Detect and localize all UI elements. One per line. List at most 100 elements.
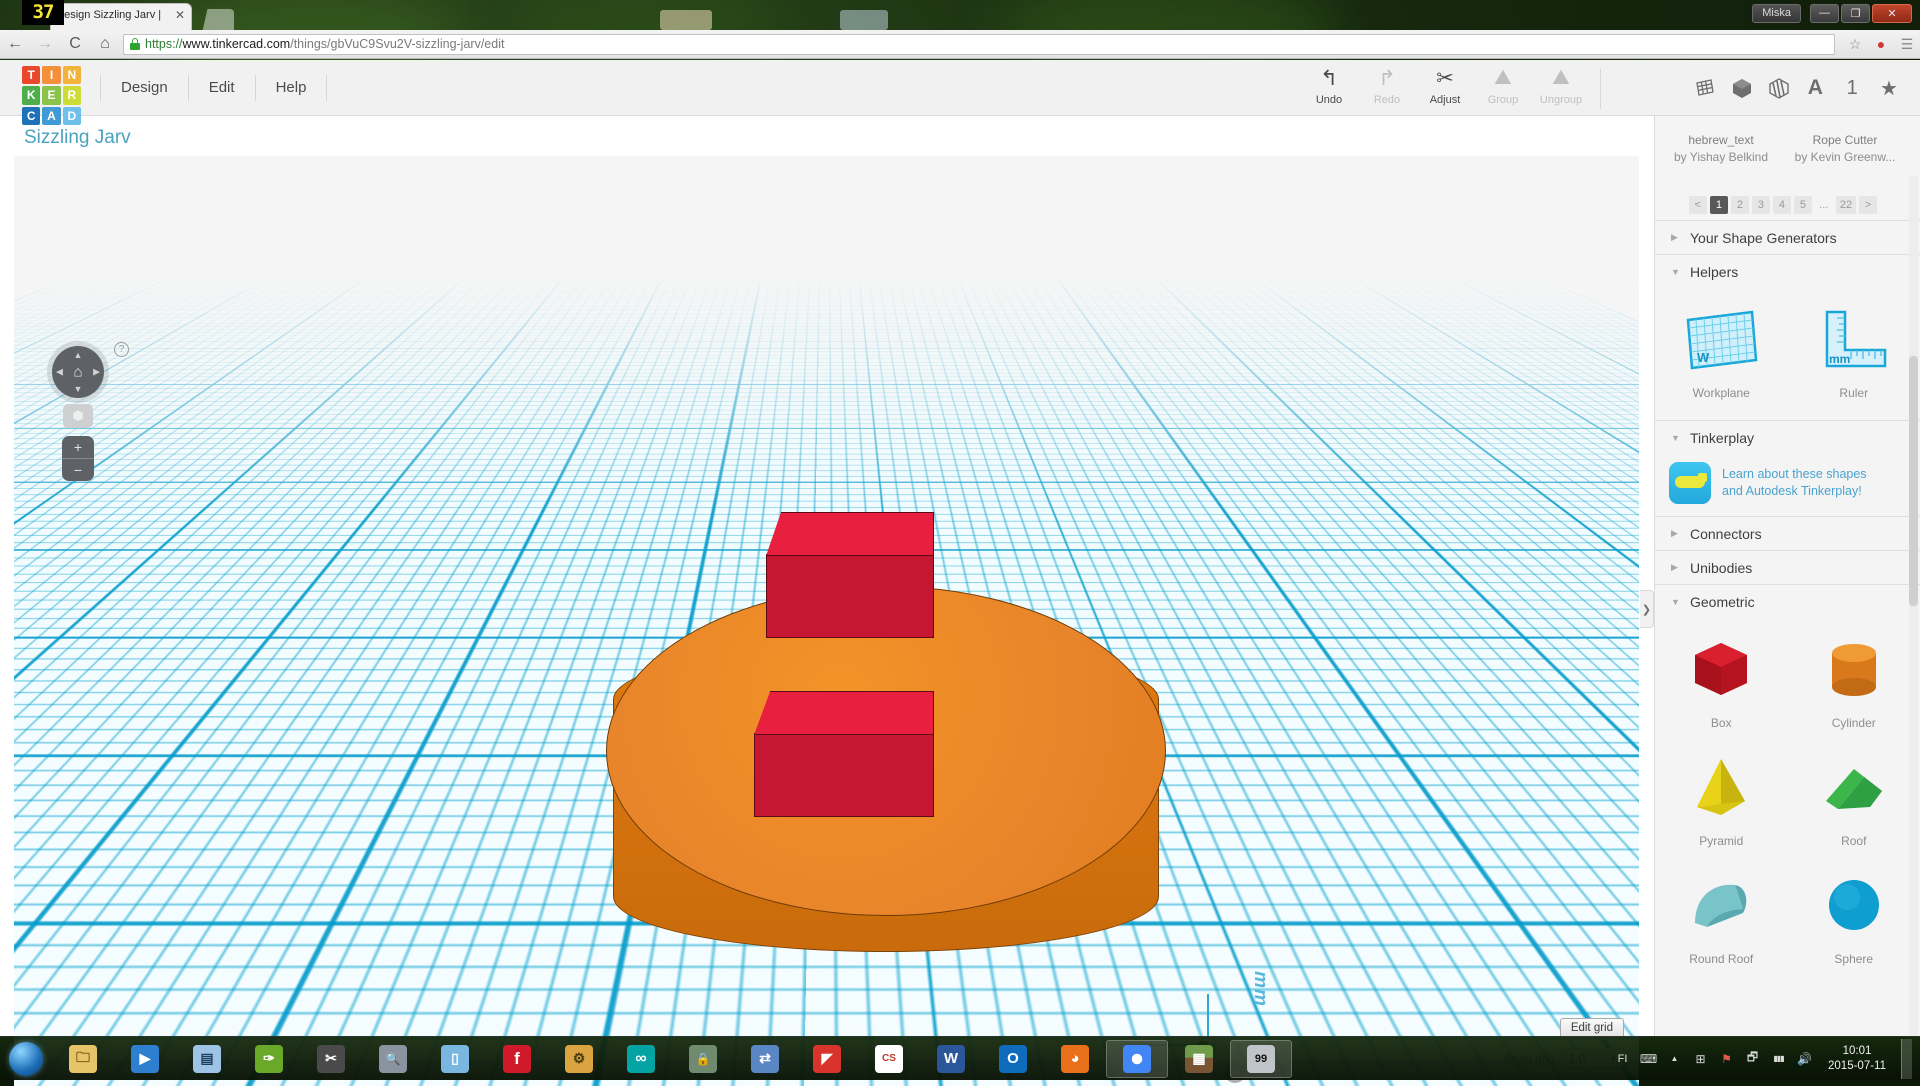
shape-pyramid[interactable]: Pyramid xyxy=(1655,740,1788,858)
page-title[interactable]: Sizzling Jarv xyxy=(24,127,131,149)
language-indicator[interactable]: FI xyxy=(1614,1050,1631,1067)
taskbar-item-sketchup[interactable]: ◤ xyxy=(796,1039,858,1079)
taskbar-item-monitor-99[interactable]: 99 xyxy=(1230,1040,1292,1078)
taskbar-item-network-transfer[interactable]: ⇄ xyxy=(734,1039,796,1079)
clock[interactable]: 10:01 2015-07-11 xyxy=(1822,1044,1892,1074)
minimize-button[interactable]: — xyxy=(1810,4,1839,23)
shape-round-roof[interactable]: Round Roof xyxy=(1655,858,1788,976)
shape-roof[interactable]: Roof xyxy=(1788,740,1920,858)
pattern-cube-icon[interactable] xyxy=(1764,72,1794,104)
taskbar-item-cadsoft-eagle[interactable]: CS xyxy=(858,1039,920,1079)
featured-item-0[interactable]: hebrew_text by Yishay Belkind xyxy=(1661,132,1781,166)
red-box-2[interactable] xyxy=(754,691,934,823)
bookmark-star-icon[interactable]: ☆ xyxy=(1842,31,1868,57)
show-desktop-button[interactable] xyxy=(1901,1039,1912,1079)
section-tinkerplay-header[interactable]: ▼ Tinkerplay xyxy=(1655,421,1920,454)
taskbar-item-file-search[interactable]: 🔍 xyxy=(362,1039,424,1079)
page-1[interactable]: 1 xyxy=(1710,196,1728,214)
3d-model-group[interactable] xyxy=(606,586,1166,1006)
page-4[interactable]: 4 xyxy=(1773,196,1791,214)
tab-close-icon[interactable]: ✕ xyxy=(175,9,185,21)
taskbar-item-minecraft[interactable]: ▦ xyxy=(1168,1039,1230,1079)
action-center-flag-icon[interactable]: ⚑ xyxy=(1718,1050,1735,1067)
taskbar-item-arduino[interactable]: ∞ xyxy=(610,1039,672,1079)
edit-grid-button[interactable]: Edit grid xyxy=(1560,1018,1624,1038)
windows-flag-icon[interactable]: ⊞ xyxy=(1692,1050,1709,1067)
taskbar-item-firefox[interactable]: ◕ xyxy=(1044,1039,1106,1079)
view-right-arrow-icon[interactable]: ▶ xyxy=(93,367,100,378)
page-next[interactable]: > xyxy=(1859,196,1877,214)
section-unibodies-header[interactable]: ▶ Unibodies xyxy=(1655,551,1920,584)
browser-tab-active[interactable]: design Sizzling Jarv | T ✕ xyxy=(50,3,192,30)
page-22[interactable]: 22 xyxy=(1836,196,1856,214)
3d-viewport[interactable]: mm ✕ ▲ ▼ ◀ ▶ ⌂ ⬢ + − ? Edit grid xyxy=(14,156,1639,1086)
text-tool-icon[interactable]: A xyxy=(1800,72,1830,104)
solid-cube-icon[interactable] xyxy=(1727,72,1757,104)
section-geometric-header[interactable]: ▼ Geometric xyxy=(1655,585,1920,618)
zoom-out-button[interactable]: − xyxy=(62,459,94,481)
close-window-button[interactable]: ✕ xyxy=(1872,4,1912,23)
number-tool-icon[interactable]: 1 xyxy=(1837,72,1867,104)
back-icon[interactable]: ← xyxy=(0,31,30,57)
taskbar-item-phone-app[interactable]: ▯ xyxy=(424,1039,486,1079)
section-helpers-header[interactable]: ▼ Helpers xyxy=(1655,255,1920,288)
keyboard-icon[interactable]: ⌨ xyxy=(1640,1050,1657,1067)
safely-remove-icon[interactable]: 🗗 xyxy=(1744,1050,1761,1067)
home-icon[interactable]: ⌂ xyxy=(90,31,120,57)
view-home-icon[interactable]: ⌂ xyxy=(73,364,82,381)
page-3[interactable]: 3 xyxy=(1752,196,1770,214)
taskbar-item-tools-app[interactable]: ✂ xyxy=(300,1039,362,1079)
redo-button[interactable]: ↱ Redo xyxy=(1358,65,1416,106)
section-connectors-header[interactable]: ▶ Connectors xyxy=(1655,517,1920,550)
view-left-arrow-icon[interactable]: ◀ xyxy=(56,367,63,378)
panel-collapse-handle[interactable]: ❯ xyxy=(1640,590,1654,628)
menu-edit[interactable]: Edit xyxy=(189,75,256,101)
red-box-1[interactable] xyxy=(766,512,934,642)
extension-icon[interactable]: ● xyxy=(1868,31,1894,57)
view-down-arrow-icon[interactable]: ▼ xyxy=(74,384,83,394)
favorites-star-icon[interactable]: ★ xyxy=(1874,72,1904,104)
undo-button[interactable]: ↰ Undo xyxy=(1300,65,1358,106)
tinkercad-logo[interactable]: T I N K E R C A D xyxy=(22,66,81,125)
tinkerplay-promo[interactable]: Learn about these shapes and Autodesk Ti… xyxy=(1655,454,1920,516)
maximize-button[interactable]: ❐ xyxy=(1841,4,1870,23)
taskbar-item-calculator[interactable]: ▤ xyxy=(176,1039,238,1079)
menu-help[interactable]: Help xyxy=(256,75,328,101)
volume-icon[interactable]: 🔊 xyxy=(1796,1050,1813,1067)
view-navigation-widget[interactable]: ▲ ▼ ◀ ▶ ⌂ ⬢ + − xyxy=(52,346,104,481)
browser-user-button[interactable]: Miska xyxy=(1752,4,1801,23)
panel-scrollbar-thumb[interactable] xyxy=(1909,356,1918,606)
fit-view-button[interactable]: ⬢ xyxy=(63,404,93,428)
shape-ruler[interactable]: mm Ruler xyxy=(1788,292,1920,410)
shape-box[interactable]: Box xyxy=(1655,622,1788,740)
forward-icon[interactable]: → xyxy=(30,31,60,57)
view-orbit-disc[interactable]: ▲ ▼ ◀ ▶ ⌂ xyxy=(52,346,104,398)
help-question-icon[interactable]: ? xyxy=(114,342,129,357)
page-2[interactable]: 2 xyxy=(1731,196,1749,214)
shape-cylinder[interactable]: Cylinder xyxy=(1788,622,1920,740)
network-signal-icon[interactable]: ▮▮▮ xyxy=(1770,1050,1787,1067)
address-bar[interactable]: https://www.tinkercad.com/things/gbVuC9S… xyxy=(123,34,1835,55)
taskbar-item-printer-setup[interactable]: ⚙ xyxy=(548,1039,610,1079)
zoom-in-button[interactable]: + xyxy=(62,436,94,458)
taskbar-item-word[interactable]: W xyxy=(920,1039,982,1079)
section-shape-generators-header[interactable]: ▶ Your Shape Generators xyxy=(1655,221,1920,254)
taskbar-item-green-leaf-app[interactable]: ✑ xyxy=(238,1039,300,1079)
featured-item-1[interactable]: Rope Cutter by Kevin Greenw... xyxy=(1785,132,1905,166)
menu-design[interactable]: Design xyxy=(100,75,189,101)
taskbar-item-facebook[interactable]: f xyxy=(486,1039,548,1079)
panel-scrollbar-track[interactable] xyxy=(1909,176,1918,1036)
reload-icon[interactable]: C xyxy=(60,31,90,57)
taskbar-item-outlook[interactable]: O xyxy=(982,1039,1044,1079)
new-tab-button[interactable] xyxy=(200,9,234,30)
adjust-button[interactable]: ✂ Adjust xyxy=(1416,65,1474,106)
taskbar-item-explorer[interactable]: 🗀 xyxy=(52,1039,114,1079)
page-prev[interactable]: < xyxy=(1689,196,1707,214)
workplane-grid-icon[interactable] xyxy=(1690,72,1720,104)
ungroup-button[interactable]: ⛰ Ungroup xyxy=(1532,65,1590,106)
taskbar-item-chrome[interactable]: ◎ xyxy=(1106,1040,1168,1078)
tinkerplay-promo-text[interactable]: Learn about these shapes and Autodesk Ti… xyxy=(1722,466,1867,500)
view-up-arrow-icon[interactable]: ▲ xyxy=(74,350,83,360)
taskbar-item-security-lock[interactable]: 🔒 xyxy=(672,1039,734,1079)
shape-sphere[interactable]: Sphere xyxy=(1788,858,1920,976)
